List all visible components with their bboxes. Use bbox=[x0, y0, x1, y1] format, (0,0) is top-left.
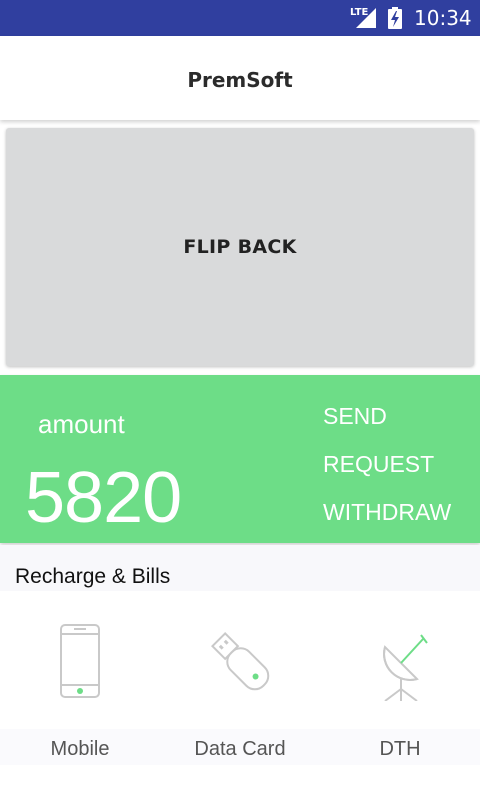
satellite-dish-icon bbox=[383, 634, 428, 701]
service-label: DTH bbox=[379, 738, 421, 760]
signal-icon bbox=[356, 8, 376, 28]
section-title: Recharge & Bills bbox=[15, 565, 171, 588]
service-data-card[interactable]: Data Card bbox=[160, 591, 320, 765]
status-bar: LTE 10:34 bbox=[0, 0, 480, 36]
amount-label: amount bbox=[38, 409, 125, 439]
recharge-services-grid: Mobile Data Card DTH bbox=[0, 591, 480, 765]
status-time: 10:34 bbox=[414, 6, 472, 30]
app-bar: PremSoft bbox=[0, 36, 480, 120]
battery-charging-icon bbox=[388, 7, 402, 29]
recharge-section-header: Recharge & Bills bbox=[0, 545, 480, 591]
withdraw-button[interactable]: WITHDRAW bbox=[323, 499, 451, 526]
request-button[interactable]: REQUEST bbox=[323, 451, 434, 478]
service-label: Data Card bbox=[194, 738, 286, 760]
send-button[interactable]: SEND bbox=[323, 403, 387, 430]
next-services-row bbox=[0, 765, 480, 800]
usb-dongle-icon bbox=[211, 632, 270, 691]
app-title: PremSoft bbox=[187, 68, 293, 92]
amount-value: 5820 bbox=[25, 458, 182, 538]
service-dth[interactable]: DTH bbox=[320, 591, 480, 765]
service-label: Mobile bbox=[50, 738, 110, 760]
balance-panel: amount 5820 SEND REQUEST WITHDRAW bbox=[0, 375, 480, 543]
flip-back-label: FLIP BACK bbox=[183, 236, 297, 258]
flip-back-card[interactable]: FLIP BACK bbox=[6, 128, 474, 366]
mobile-phone-icon bbox=[60, 624, 100, 698]
service-mobile[interactable]: Mobile bbox=[0, 591, 160, 765]
